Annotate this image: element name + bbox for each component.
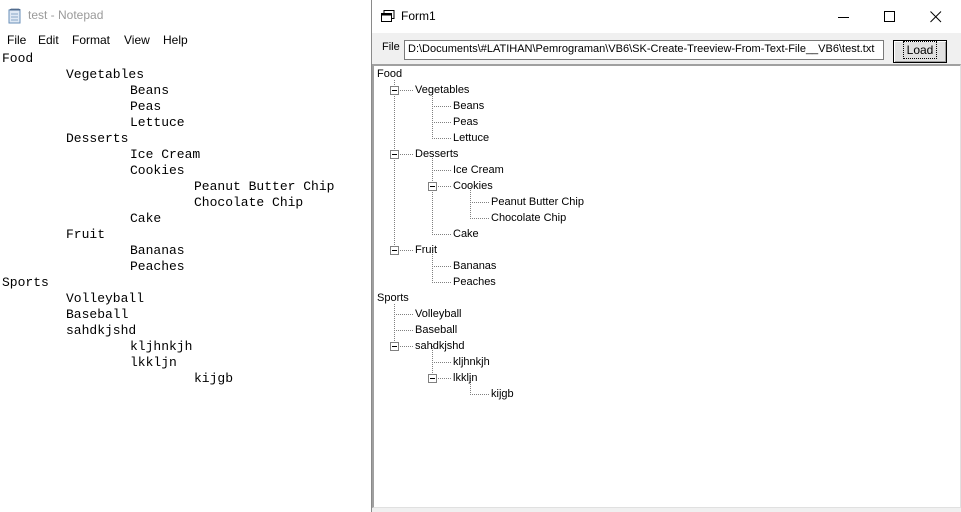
menu-edit[interactable]: Edit <box>38 33 59 47</box>
tree-node-label[interactable]: Peanut Butter Chip <box>491 195 584 209</box>
tree-node-label[interactable]: Vegetables <box>415 83 469 97</box>
collapse-icon[interactable] <box>390 150 399 159</box>
notepad-line: kijgb <box>194 371 234 386</box>
treeview[interactable]: Food Vegetables Beans Peas Lettuce Desserts Ic… <box>372 64 961 508</box>
notepad-line: Sports <box>2 275 49 290</box>
tree-node-label[interactable]: lkkljn <box>453 371 477 385</box>
form1-window: Form1 File D:\Documents\#LATIHAN\Pemrogr… <box>371 0 961 512</box>
notepad-line: Lettuce <box>130 115 185 130</box>
menu-view[interactable]: View <box>124 33 150 47</box>
tree-node-label[interactable]: kljhnkjh <box>453 355 490 369</box>
form1-title: Form1 <box>401 9 436 23</box>
tree-node-label[interactable]: Chocolate Chip <box>491 211 566 225</box>
load-button[interactable]: Load <box>893 40 947 63</box>
notepad-line: Bananas <box>130 243 185 258</box>
tree-node-label[interactable]: Lettuce <box>453 131 489 145</box>
close-icon <box>930 11 942 23</box>
tree-node-label[interactable]: Cookies <box>453 179 493 193</box>
maximize-icon <box>884 11 895 22</box>
notepad-line: Baseball <box>66 307 129 322</box>
notepad-line: Volleyball <box>66 291 145 306</box>
maximize-button[interactable] <box>867 0 913 33</box>
notepad-line: Cake <box>130 211 162 226</box>
notepad-line: Peas <box>130 99 162 114</box>
notepad-line: Fruit <box>66 227 106 242</box>
minimize-button[interactable] <box>821 0 867 33</box>
load-button-label: Load <box>902 41 938 59</box>
tree-node-label[interactable]: sahdkjshd <box>415 339 465 353</box>
close-button[interactable] <box>913 0 959 33</box>
tree-node-label[interactable]: Peas <box>453 115 478 129</box>
collapse-icon[interactable] <box>390 342 399 351</box>
notepad-line: Ice Cream <box>130 147 201 162</box>
tree-node-label[interactable]: kijgb <box>491 387 514 401</box>
notepad-line: lkkljn <box>130 355 177 370</box>
form1-titlebar[interactable]: Form1 <box>372 0 961 33</box>
collapse-icon[interactable] <box>428 182 437 191</box>
notepad-line: Peanut Butter Chip <box>194 179 335 194</box>
notepad-line: Chocolate Chip <box>194 195 304 210</box>
file-path-input[interactable]: D:\Documents\#LATIHAN\Pemrograman\VB6\SK… <box>404 40 884 60</box>
tree-node-label[interactable]: Volleyball <box>415 307 461 321</box>
notepad-line: Peaches <box>130 259 185 274</box>
notepad-icon <box>8 7 22 24</box>
notepad-line: Vegetables <box>66 67 145 82</box>
tree-node-label[interactable]: Sports <box>377 291 409 305</box>
form-icon <box>381 10 395 22</box>
collapse-icon[interactable] <box>428 374 437 383</box>
notepad-title: test - Notepad <box>28 8 104 22</box>
menu-format[interactable]: Format <box>72 33 110 47</box>
tree-node-label[interactable]: Desserts <box>415 147 458 161</box>
notepad-window: test - Notepad File Edit Format View Hel… <box>0 0 372 512</box>
minimize-icon <box>838 17 849 18</box>
tree-node-label[interactable]: Cake <box>453 227 479 241</box>
tree-node-label[interactable]: Baseball <box>415 323 457 337</box>
notepad-line: Desserts <box>66 131 129 146</box>
menu-help[interactable]: Help <box>163 33 188 47</box>
notepad-text-area[interactable]: Food Vegetables Beans Peas Lettuce Desserts Ic… <box>0 50 372 512</box>
tree-node-label[interactable]: Beans <box>453 99 484 113</box>
tree-node-label[interactable]: Bananas <box>453 259 496 273</box>
notepad-line: kljhnkjh <box>130 339 193 354</box>
tree-node-label[interactable]: Food <box>377 67 402 81</box>
tree-node-label[interactable]: Ice Cream <box>453 163 504 177</box>
notepad-titlebar[interactable]: test - Notepad <box>0 0 372 31</box>
tree-node-label[interactable]: Peaches <box>453 275 496 289</box>
notepad-line: Cookies <box>130 163 185 178</box>
menu-file[interactable]: File <box>7 33 26 47</box>
collapse-icon[interactable] <box>390 246 399 255</box>
collapse-icon[interactable] <box>390 86 399 95</box>
notepad-line: sahdkjshd <box>66 323 137 338</box>
notepad-menubar: File Edit Format View Help <box>0 31 372 50</box>
notepad-line: Food <box>2 51 34 66</box>
file-label: File <box>382 41 400 53</box>
tree-node-label[interactable]: Fruit <box>415 243 437 257</box>
notepad-line: Beans <box>130 83 170 98</box>
